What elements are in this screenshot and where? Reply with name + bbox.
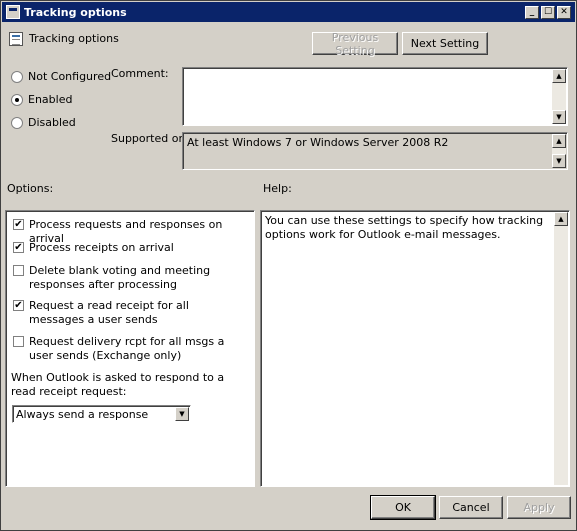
read-receipt-prompt: When Outlook is asked to respond to a re…: [11, 371, 225, 398]
comment-label: Comment:: [111, 67, 169, 80]
window-app-icon: [6, 5, 20, 19]
tracking-options-window: Tracking options _ ☐ ✕ Tracking options …: [0, 0, 577, 531]
options-label: Options:: [7, 182, 54, 195]
checkbox-process-requests-box[interactable]: ✔: [13, 219, 24, 230]
apply-button[interactable]: Apply: [507, 496, 571, 519]
chevron-down-icon[interactable]: ▼: [175, 407, 189, 421]
supported-on-field: At least Windows 7 or Windows Server 200…: [182, 132, 568, 170]
previous-setting-button[interactable]: Previous Setting: [312, 31, 398, 57]
policy-settings-icon: [9, 32, 23, 46]
checkbox-delete-blank[interactable]: Delete blank voting and meeting response…: [13, 264, 245, 292]
help-scrollbar[interactable]: ▲: [554, 212, 568, 485]
checkbox-request-read-receipt[interactable]: ✔ Request a read receipt for all message…: [13, 299, 245, 327]
help-text: You can use these settings to specify ho…: [265, 214, 544, 241]
options-panel: ✔ Process requests and responses on arri…: [5, 210, 255, 487]
checkbox-delete-blank-label: Delete blank voting and meeting response…: [29, 264, 211, 291]
supported-on-scrollbar[interactable]: ▲ ▼: [552, 134, 566, 168]
close-button[interactable]: ✕: [557, 5, 571, 19]
checkbox-request-read-receipt-box[interactable]: ✔: [13, 300, 24, 311]
cancel-button[interactable]: Cancel: [439, 496, 503, 519]
title-bar[interactable]: Tracking options _ ☐ ✕: [2, 2, 575, 22]
checkbox-process-receipts[interactable]: ✔ Process receipts on arrival: [13, 241, 245, 255]
supported-on-label: Supported on:: [111, 132, 190, 145]
supported-on-value: At least Windows 7 or Windows Server 200…: [187, 136, 449, 149]
help-panel: You can use these settings to specify ho…: [260, 210, 570, 487]
radio-enabled-circle[interactable]: [11, 93, 23, 106]
radio-disabled-label: Disabled: [28, 116, 76, 129]
checkbox-process-receipts-box[interactable]: ✔: [13, 242, 24, 253]
radio-disabled[interactable]: Disabled: [11, 116, 76, 129]
minimize-button[interactable]: _: [525, 5, 539, 19]
checkbox-request-delivery[interactable]: Request delivery rcpt for all msgs a use…: [13, 335, 245, 363]
checkbox-request-delivery-label: Request delivery rcpt for all msgs a use…: [29, 335, 225, 362]
read-receipt-dropdown[interactable]: Always send a response ▼: [12, 405, 191, 423]
window-title: Tracking options: [24, 5, 127, 19]
read-receipt-dropdown-value: Always send a response: [16, 408, 149, 421]
checkbox-delete-blank-box[interactable]: [13, 265, 24, 276]
maximize-button[interactable]: ☐: [541, 5, 555, 19]
radio-enabled-label: Enabled: [28, 93, 73, 106]
comment-textarea[interactable]: ▲ ▼: [182, 67, 568, 126]
checkbox-process-receipts-label: Process receipts on arrival: [29, 241, 174, 254]
comment-scrollbar[interactable]: ▲ ▼: [552, 69, 566, 124]
next-setting-button[interactable]: Next Setting: [402, 32, 488, 55]
radio-enabled[interactable]: Enabled: [11, 93, 72, 106]
radio-not-configured-circle[interactable]: [11, 70, 23, 83]
help-scroll-up-icon[interactable]: ▲: [554, 212, 568, 226]
ok-button[interactable]: OK: [370, 495, 436, 520]
radio-disabled-circle[interactable]: [11, 116, 23, 129]
checkbox-request-read-receipt-label: Request a read receipt for all messages …: [29, 299, 189, 326]
comment-scroll-up-icon[interactable]: ▲: [552, 69, 566, 83]
radio-not-configured[interactable]: Not Configured: [11, 70, 111, 83]
supported-scroll-down-icon[interactable]: ▼: [552, 154, 566, 168]
setting-title: Tracking options: [29, 32, 119, 45]
comment-scroll-down-icon[interactable]: ▼: [552, 110, 566, 124]
checkbox-request-delivery-box[interactable]: [13, 336, 24, 347]
help-label: Help:: [263, 182, 292, 195]
radio-not-configured-label: Not Configured: [28, 70, 112, 83]
supported-scroll-up-icon[interactable]: ▲: [552, 134, 566, 148]
